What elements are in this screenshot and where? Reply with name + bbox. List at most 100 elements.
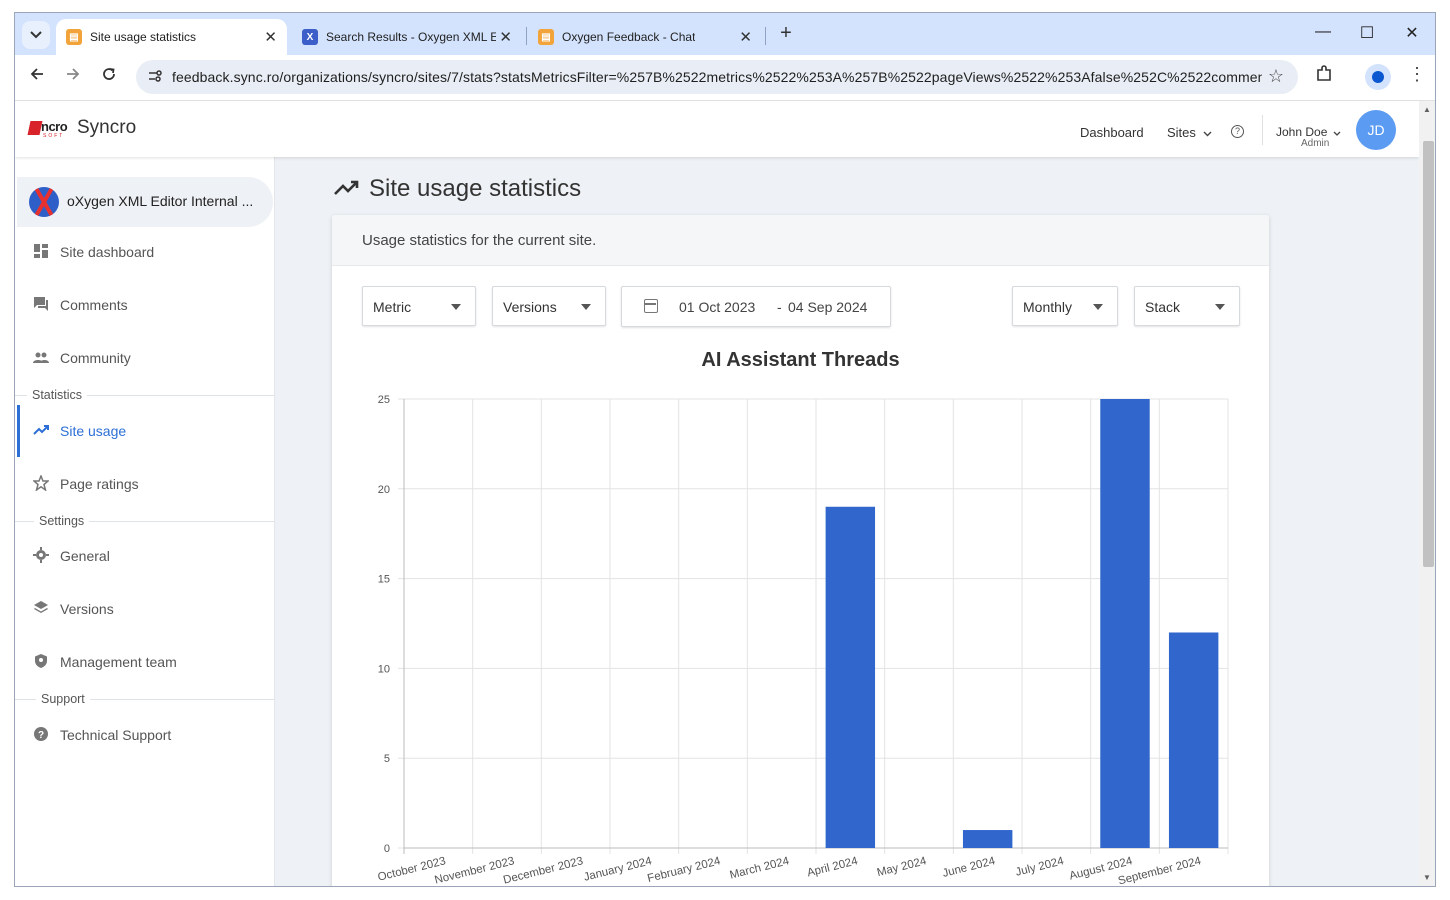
calendar-icon bbox=[644, 299, 658, 313]
card-description: Usage statistics for the current site. bbox=[362, 232, 597, 249]
y-tick-label: 20 bbox=[378, 484, 390, 496]
mode-select[interactable]: Stack bbox=[1134, 286, 1240, 326]
tab-label: Search Results - Oxygen XML Ed bbox=[326, 30, 496, 44]
x-tick-label: March 2024 bbox=[729, 855, 791, 881]
y-tick-label: 15 bbox=[378, 574, 390, 586]
brand-name[interactable]: Syncro bbox=[77, 117, 136, 139]
active-indicator bbox=[17, 405, 20, 457]
scroll-down-arrow-icon[interactable]: ▼ bbox=[1423, 873, 1431, 882]
comments-icon bbox=[34, 297, 48, 311]
oxygen-favicon-icon: X bbox=[302, 29, 318, 45]
interval-select[interactable]: Monthly bbox=[1012, 286, 1118, 326]
address-bar[interactable]: feedback.sync.ro/organizations/syncro/si… bbox=[136, 60, 1298, 94]
date-separator: - bbox=[777, 299, 782, 315]
section-label: Settings bbox=[34, 514, 90, 528]
browser-menu-icon[interactable]: ⋮ bbox=[1408, 64, 1426, 85]
x-tick-label: July 2024 bbox=[1014, 855, 1065, 879]
svg-text:?: ? bbox=[38, 730, 44, 741]
tab-search-button[interactable] bbox=[22, 21, 50, 49]
bar-chart: 0510152025October 2023November 2023Decem… bbox=[377, 394, 1229, 886]
chevron-down-icon bbox=[1203, 131, 1212, 137]
sidebar-item-community[interactable]: Community bbox=[15, 338, 274, 378]
sidebar-item-label: General bbox=[60, 548, 110, 564]
forward-button[interactable] bbox=[61, 66, 85, 87]
help-icon[interactable]: ? bbox=[1231, 125, 1244, 138]
caret-down-icon bbox=[1093, 304, 1103, 310]
x-tick-label: December 2023 bbox=[502, 855, 584, 886]
sidebar-item-site-usage[interactable]: Site usage bbox=[15, 405, 274, 457]
y-tick-label: 5 bbox=[384, 753, 390, 765]
page-scrollbar[interactable]: ▲ ▼ bbox=[1419, 101, 1435, 886]
tab-search-results[interactable]: X Search Results - Oxygen XML Ed ✕ bbox=[292, 19, 522, 55]
mode-select-value: Stack bbox=[1145, 299, 1181, 315]
reload-button[interactable] bbox=[97, 66, 121, 87]
caret-down-icon bbox=[451, 304, 461, 310]
user-menu[interactable]: John Doe bbox=[1276, 125, 1341, 139]
back-button[interactable] bbox=[25, 66, 49, 87]
scrollbar-thumb[interactable] bbox=[1423, 141, 1434, 567]
minimize-button[interactable]: — bbox=[1311, 23, 1335, 41]
tab-label: Oxygen Feedback - Chat bbox=[562, 30, 696, 44]
sidebar-item-site-dashboard[interactable]: Site dashboard bbox=[15, 232, 274, 272]
close-window-button[interactable]: ✕ bbox=[1400, 23, 1424, 43]
bookmark-star-icon[interactable]: ☆ bbox=[1268, 66, 1284, 87]
sidebar-item-label: Page ratings bbox=[60, 476, 139, 492]
profile-button[interactable] bbox=[1365, 64, 1391, 90]
app-header: ncro SOFT Syncro Dashboard Sites ? John … bbox=[15, 101, 1419, 157]
sidebar-item-label: Community bbox=[60, 350, 131, 366]
tab-strip: ▤ Site usage statistics ✕ X Search Resul… bbox=[15, 13, 1435, 55]
versions-select[interactable]: Versions bbox=[492, 286, 606, 326]
sidebar-item-general[interactable]: General bbox=[15, 536, 274, 576]
section-settings: Settings bbox=[15, 514, 274, 528]
reload-icon bbox=[103, 68, 115, 80]
tab-site-usage[interactable]: ▤ Site usage statistics ✕ bbox=[56, 19, 287, 55]
avatar[interactable]: JD bbox=[1356, 110, 1396, 150]
nav-sites-dropdown[interactable]: Sites bbox=[1167, 125, 1212, 140]
close-tab-icon[interactable]: ✕ bbox=[739, 28, 752, 46]
metric-select-value: Metric bbox=[373, 299, 412, 315]
date-range-picker[interactable]: 01 Oct 2023 - 04 Sep 2024 bbox=[621, 286, 891, 327]
new-tab-button[interactable]: + bbox=[774, 22, 798, 45]
sidebar-item-versions[interactable]: Versions bbox=[15, 589, 274, 629]
sidebar-item-comments[interactable]: Comments bbox=[15, 285, 274, 325]
x-tick-label: April 2024 bbox=[806, 855, 860, 879]
close-tab-icon[interactable]: ✕ bbox=[264, 28, 277, 46]
bar-april-2024 bbox=[825, 506, 876, 848]
bar-august-2024 bbox=[1100, 399, 1150, 848]
section-label: Support bbox=[36, 692, 90, 706]
nav-dashboard-link[interactable]: Dashboard bbox=[1080, 125, 1144, 140]
sidebar-item-management-team[interactable]: Management team bbox=[15, 642, 274, 682]
extensions-icon[interactable] bbox=[1315, 65, 1333, 88]
sidebar-item-page-ratings[interactable]: Page ratings bbox=[15, 464, 274, 504]
url-text[interactable]: feedback.sync.ro/organizations/syncro/si… bbox=[172, 69, 1262, 85]
help-circle-icon: ? bbox=[34, 727, 48, 741]
feedback-favicon-icon: ▤ bbox=[66, 29, 82, 45]
browser-window: ▤ Site usage statistics ✕ X Search Resul… bbox=[14, 12, 1436, 887]
maximize-button[interactable]: ☐ bbox=[1355, 23, 1379, 43]
interval-select-value: Monthly bbox=[1023, 299, 1073, 315]
syncro-logo[interactable]: ncro SOFT bbox=[27, 119, 71, 139]
site-name: oXygen XML Editor Internal ... bbox=[67, 193, 254, 209]
trending-up-icon bbox=[33, 425, 49, 435]
date-from[interactable]: 01 Oct 2023 bbox=[679, 299, 755, 315]
x-tick-label: May 2024 bbox=[876, 855, 928, 879]
metric-select[interactable]: Metric bbox=[362, 286, 476, 326]
scroll-up-arrow-icon[interactable]: ▲ bbox=[1423, 105, 1431, 114]
people-icon bbox=[33, 352, 49, 363]
tab-feedback-chat[interactable]: ▤ Oxygen Feedback - Chat ✕ bbox=[528, 19, 762, 55]
site-info-icon[interactable] bbox=[146, 68, 164, 86]
site-selector[interactable]: oXygen XML Editor Internal ... bbox=[17, 177, 273, 227]
user-name: John Doe bbox=[1276, 125, 1328, 139]
sidebar-item-label: Technical Support bbox=[60, 727, 172, 743]
caret-down-icon bbox=[581, 304, 591, 310]
x-tick-label: February 2024 bbox=[646, 855, 722, 885]
sidebar-item-technical-support[interactable]: ? Technical Support bbox=[15, 715, 274, 755]
page-title: Site usage statistics bbox=[369, 175, 582, 202]
page-viewport: ncro SOFT Syncro Dashboard Sites ? John … bbox=[15, 101, 1419, 886]
arrow-right-icon bbox=[67, 68, 80, 80]
close-tab-icon[interactable]: ✕ bbox=[499, 28, 512, 46]
sidebar-item-label: Versions bbox=[60, 601, 114, 617]
trending-up-icon bbox=[334, 180, 359, 195]
date-to[interactable]: 04 Sep 2024 bbox=[788, 299, 867, 315]
card-header: Usage statistics for the current site. bbox=[332, 215, 1269, 266]
